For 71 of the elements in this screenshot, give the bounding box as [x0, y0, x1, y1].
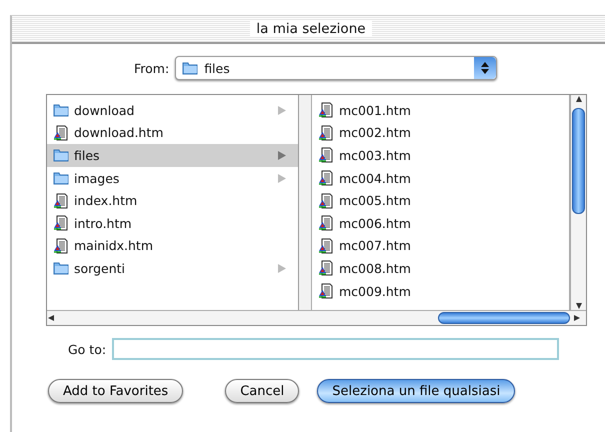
- file-name: index.htm: [74, 193, 138, 208]
- html-file-icon: [53, 215, 69, 232]
- dialog-button[interactable]: Add to Favorites: [48, 379, 184, 403]
- goto-field[interactable]: [112, 338, 560, 360]
- file-list-item[interactable]: index.htm: [47, 189, 298, 212]
- vertical-scrollbar[interactable]: [570, 95, 586, 310]
- html-file-icon: [53, 238, 69, 254]
- file-list-item[interactable]: files: [47, 144, 298, 167]
- disclosure-arrow-icon: [278, 106, 286, 115]
- html-file-icon: [318, 192, 334, 209]
- folder-popup[interactable]: files: [175, 56, 498, 80]
- html-file-icon: [318, 170, 334, 186]
- file-name: images: [74, 170, 120, 186]
- file-list-item[interactable]: mc008.htm: [312, 257, 569, 280]
- html-file-icon: [318, 147, 334, 164]
- dialog-button[interactable]: Cancel: [225, 379, 300, 403]
- folder-icon: [53, 171, 69, 186]
- file-list-item[interactable]: mainidx.htm: [47, 234, 298, 258]
- file-name: intro.htm: [74, 216, 133, 231]
- scroll-down-arrow-icon[interactable]: [574, 302, 582, 310]
- file-name: download: [74, 102, 136, 118]
- file-name: sorgenti: [74, 260, 126, 276]
- file-list-item[interactable]: download.htm: [47, 122, 298, 144]
- file-list-item[interactable]: mc003.htm: [312, 144, 569, 167]
- file-name: download.htm: [74, 125, 164, 140]
- file-list-item[interactable]: mc002.htm: [312, 122, 569, 144]
- folder-icon: [53, 103, 69, 118]
- file-name: mc008.htm: [339, 260, 412, 276]
- file-list-item[interactable]: mc001.htm: [312, 99, 569, 122]
- html-file-icon: [318, 124, 334, 141]
- popup-value: files: [204, 60, 230, 76]
- html-file-icon: [53, 192, 69, 209]
- file-list-item[interactable]: mc007.htm: [312, 234, 569, 258]
- folder-icon: [53, 148, 69, 162]
- html-file-icon: [318, 283, 334, 300]
- file-name: mc005.htm: [339, 193, 412, 208]
- file-list-item[interactable]: mc005.htm: [312, 189, 569, 212]
- file-name: mc002.htm: [339, 125, 412, 140]
- file-list-item[interactable]: download: [47, 99, 298, 122]
- goto-label: Go to:: [68, 342, 106, 356]
- html-file-icon: [53, 124, 69, 141]
- html-file-icon: [318, 215, 334, 232]
- horizontal-scrollbar[interactable]: [47, 310, 586, 325]
- file-list-item[interactable]: mc009.htm: [312, 280, 569, 302]
- file-name: files: [74, 148, 101, 163]
- html-file-icon: [318, 102, 334, 118]
- disclosure-arrow-icon: [278, 174, 286, 183]
- folder-icon: [53, 261, 69, 276]
- file-list-item[interactable]: mc006.htm: [312, 212, 569, 235]
- file-name: mc007.htm: [339, 238, 412, 254]
- html-file-icon: [318, 238, 334, 254]
- file-name: mc001.htm: [339, 102, 412, 118]
- from-label: From:: [134, 60, 170, 76]
- dialog-button[interactable]: Seleziona un file qualsiasi: [317, 379, 516, 403]
- scroll-up-arrow-icon[interactable]: [574, 95, 582, 103]
- scroll-left-arrow-icon[interactable]: [47, 314, 57, 322]
- file-name: mc006.htm: [339, 216, 412, 231]
- file-list-item[interactable]: images: [47, 166, 298, 190]
- file-name: mc003.htm: [339, 148, 412, 163]
- file-list-item[interactable]: intro.htm: [47, 212, 298, 235]
- file-name: mc009.htm: [339, 284, 412, 299]
- file-list-item[interactable]: mc004.htm: [312, 166, 569, 190]
- folder-icon: [182, 61, 198, 75]
- disclosure-arrow-icon: [278, 150, 286, 160]
- window-title: la mia selezione: [250, 21, 372, 37]
- file-list-item[interactable]: sorgenti: [47, 257, 298, 280]
- stepper-arrows-icon: [474, 57, 496, 79]
- file-name: mc004.htm: [339, 170, 412, 186]
- file-name: mainidx.htm: [74, 238, 154, 254]
- html-file-icon: [318, 260, 334, 276]
- disclosure-arrow-icon: [278, 264, 286, 273]
